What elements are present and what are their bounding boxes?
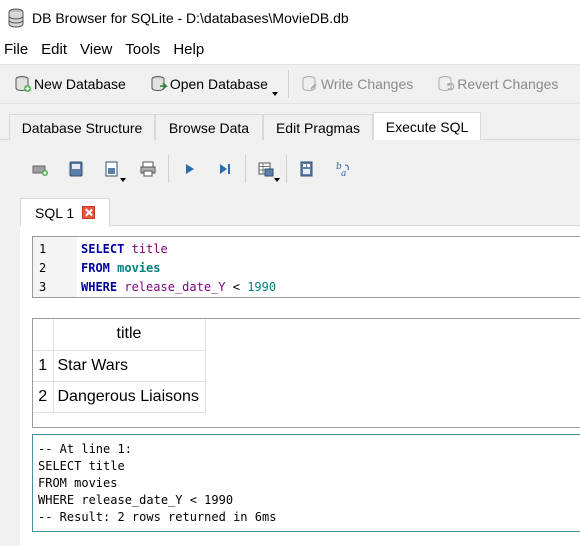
column-header-title[interactable]: title [52, 319, 206, 351]
toolbar-separator [168, 155, 169, 183]
new-database-icon [15, 76, 31, 92]
main-tabs: Database Structure Browse Data Edit Prag… [0, 104, 580, 140]
sql-toolbar: b a [0, 152, 361, 186]
sql-tab[interactable]: SQL 1 [20, 198, 110, 226]
results-grid[interactable]: title 1 Star Wars 2 Dangerous Liaisons [32, 318, 580, 428]
row-number[interactable]: 2 [33, 380, 54, 413]
code-text: SELECT title [77, 242, 168, 256]
folder-open-icon [69, 161, 83, 177]
find-button[interactable] [289, 154, 325, 184]
log-line: -- Result: 2 rows returned in 6ms [38, 510, 277, 524]
tab-browse-data[interactable]: Browse Data [155, 114, 263, 140]
log-line: FROM movies [38, 476, 118, 490]
line-number: 1 [39, 241, 47, 256]
new-database-label: New Database [34, 76, 126, 92]
revert-changes-button[interactable]: Revert Changes [431, 69, 564, 99]
find-replace-icon: b a [336, 162, 349, 178]
line-number: 3 [39, 279, 47, 294]
line-number: 2 [39, 260, 47, 275]
sql-tab-label: SQL 1 [35, 204, 75, 221]
revert-changes-label: Revert Changes [457, 76, 559, 92]
open-tab-button[interactable] [22, 154, 58, 184]
execute-sql-panel: b a SQL 1 1 SELECT title 2 FROM movies 3 WHER… [0, 140, 580, 546]
tab-database-structure[interactable]: Database Structure [9, 114, 155, 140]
toolbar-separator [287, 70, 289, 98]
editor-line: 1 SELECT title [33, 239, 168, 258]
print-icon [140, 161, 156, 177]
corner-header [33, 319, 54, 351]
code-token: < [225, 279, 248, 294]
code-token: FROM [81, 260, 110, 275]
editor-line: 3 WHERE release_date_Y < 1990 [33, 277, 276, 296]
tab-label: Browse Data [168, 119, 250, 136]
table-export-icon [258, 162, 274, 177]
close-icon[interactable] [82, 206, 96, 219]
find-icon [300, 161, 313, 177]
open-database-icon [151, 76, 168, 92]
chevron-down-icon[interactable] [120, 178, 126, 182]
menu-file[interactable]: File [0, 41, 35, 58]
menu-edit[interactable]: Edit [37, 41, 74, 58]
editor-line: 2 FROM movies [33, 258, 161, 277]
open-tab-icon [32, 165, 48, 176]
open-database-label: Open Database [169, 76, 268, 92]
find-replace-button[interactable]: b a [325, 154, 361, 184]
svg-text:a: a [341, 169, 346, 178]
print-button[interactable] [130, 154, 166, 184]
log-line: SELECT title [38, 459, 125, 473]
main-toolbar: New Database Open Database Write Changes… [0, 64, 580, 104]
row-number[interactable]: 1 [33, 349, 54, 382]
code-token: movies [117, 260, 161, 275]
log-line: -- At line 1: [38, 442, 132, 456]
open-sql-file-button[interactable] [58, 154, 94, 184]
write-changes-icon [302, 76, 317, 92]
menu-view[interactable]: View [76, 41, 119, 58]
toolbar-separator [245, 155, 246, 183]
tab-label: Edit Pragmas [275, 119, 361, 136]
database-icon [8, 8, 24, 28]
table-row[interactable]: 2 Dangerous Liaisons [33, 380, 206, 413]
save-results-button[interactable] [248, 154, 284, 184]
tab-execute-sql[interactable]: Execute SQL [373, 112, 481, 140]
log-line: WHERE release_date_Y < 1990 [38, 493, 234, 507]
open-database-button[interactable]: Open Database [144, 69, 278, 99]
code-token: 1990 [247, 279, 277, 294]
chevron-down-icon[interactable] [274, 178, 280, 182]
revert-changes-icon [438, 76, 455, 92]
table-cell[interactable]: Dangerous Liaisons [52, 380, 206, 413]
code-token: title [131, 241, 168, 256]
toolbar-separator [286, 155, 287, 183]
new-database-button[interactable]: New Database [8, 69, 132, 99]
menu-help[interactable]: Help [169, 41, 211, 58]
execute-current-line-button[interactable] [207, 154, 243, 184]
save-sql-file-button[interactable] [94, 154, 130, 184]
menu-tools[interactable]: Tools [121, 41, 167, 58]
execute-all-button[interactable] [171, 154, 207, 184]
message-log[interactable]: -- At line 1: SELECT title FROM movies WHER… [32, 434, 580, 532]
step-forward-icon [220, 164, 230, 174]
code-text: WHERE release_date_Y < 1990 [77, 280, 276, 294]
play-icon [186, 164, 194, 174]
code-token: release_date_Y [124, 279, 226, 294]
tab-edit-pragmas[interactable]: Edit Pragmas [263, 114, 373, 140]
sql-editor[interactable]: 1 SELECT title 2 FROM movies 3 WHERE release_… [32, 236, 580, 298]
code-text: FROM movies [77, 261, 161, 275]
tab-label: Database Structure [21, 119, 143, 136]
title-bar: DB Browser for SQLite - D:\databases\Mov… [0, 0, 580, 36]
table-row[interactable]: 1 Star Wars [33, 349, 206, 382]
write-changes-button[interactable]: Write Changes [295, 69, 419, 99]
menu-bar: File Edit View Tools Help [0, 38, 580, 60]
write-changes-label: Write Changes [320, 76, 414, 92]
save-icon [105, 161, 118, 177]
table-cell[interactable]: Star Wars [52, 349, 206, 382]
chevron-down-icon[interactable] [271, 92, 278, 96]
code-token: SELECT [81, 241, 125, 256]
code-token: WHERE [81, 279, 118, 294]
window-title: DB Browser for SQLite - D:\databases\Mov… [32, 10, 349, 26]
tab-label: Execute SQL [385, 118, 469, 135]
